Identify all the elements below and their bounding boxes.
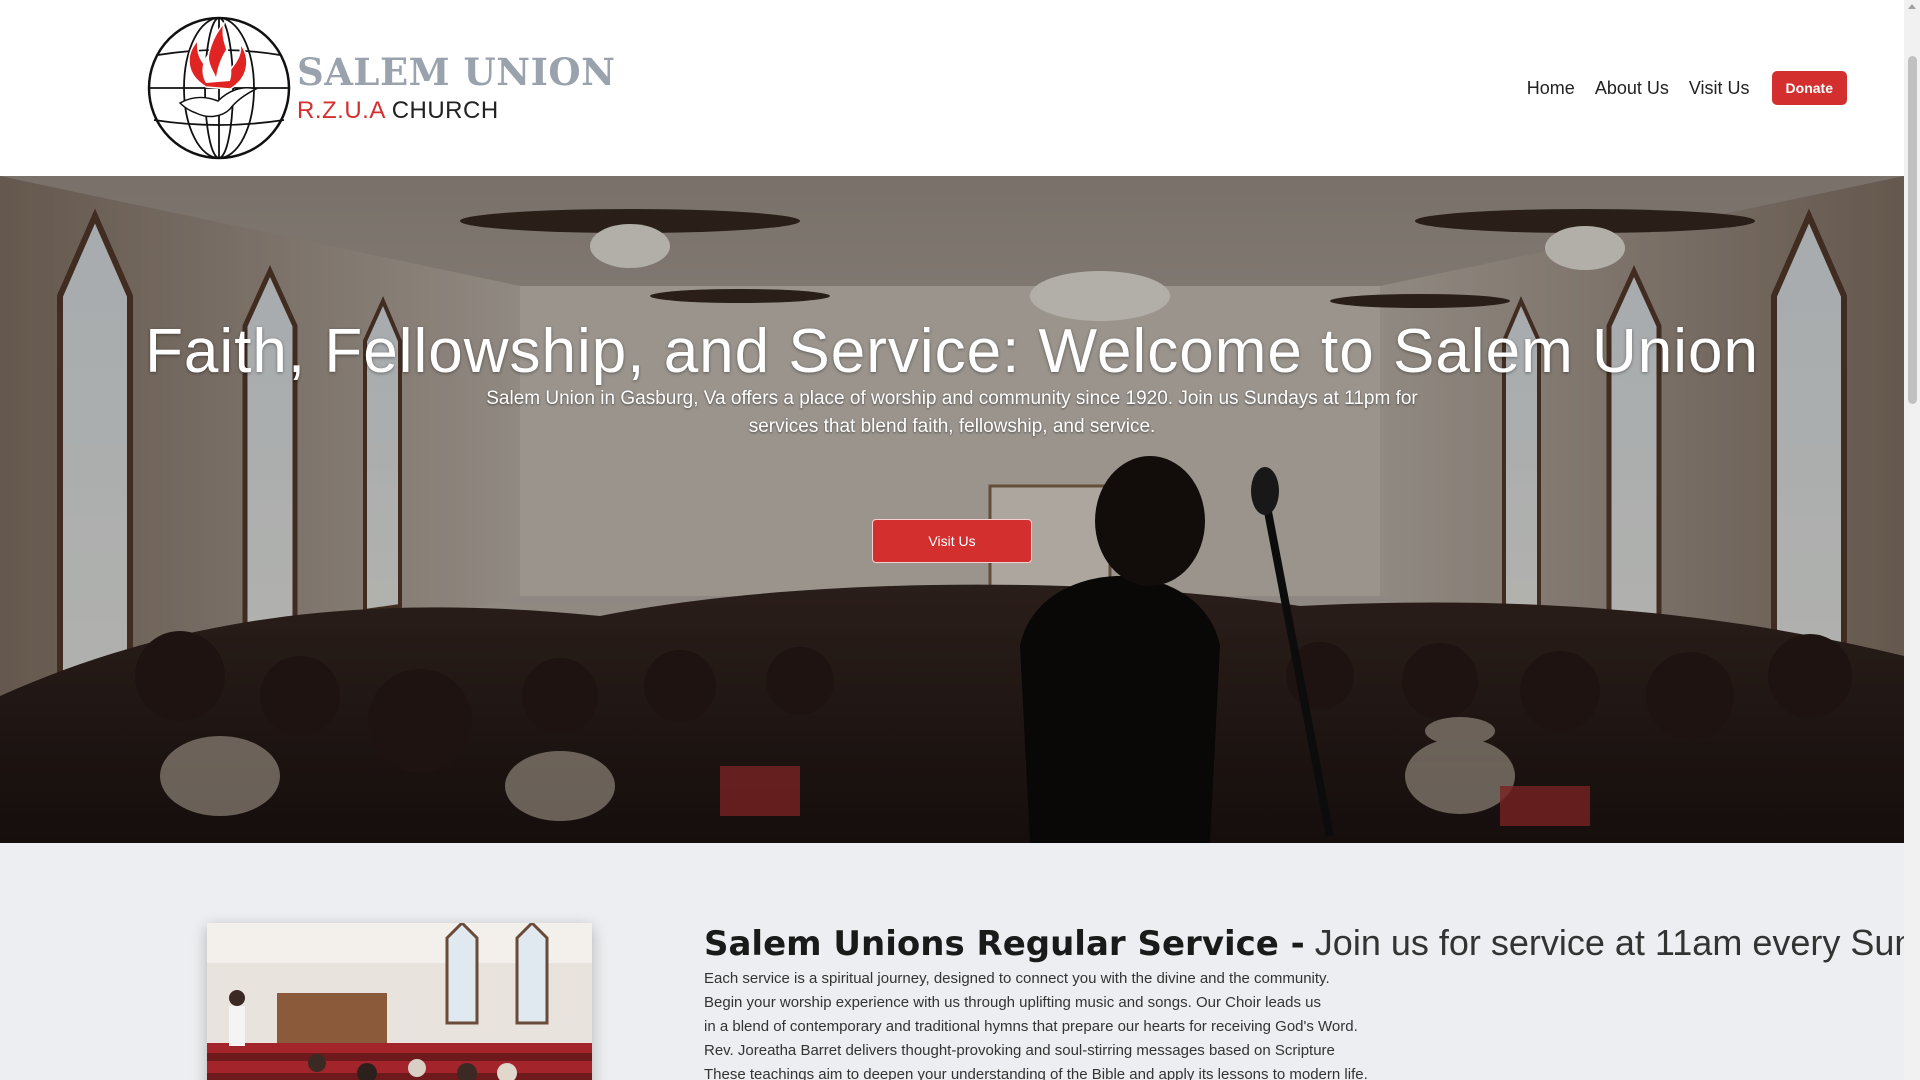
main-nav: Home About Us Visit Us Donate <box>1527 71 1847 105</box>
church-interior-image <box>207 923 592 1080</box>
service-heading-title: Salem Unions Regular Service - <box>704 924 1305 964</box>
service-text: Salem Unions Regular Service - Join us fo… <box>704 923 1920 1080</box>
hero-section: Faith, Fellowship, and Service: Welcome … <box>0 176 1904 843</box>
nav-home-link[interactable]: Home <box>1527 78 1575 99</box>
service-heading-subtitle: Join us for service at 11am every Sunday <box>1314 922 1920 963</box>
hero-title: Faith, Fellowship, and Service: Welcome … <box>145 317 1759 386</box>
service-description: Each service is a spiritual journey, des… <box>704 967 1894 1080</box>
service-line: in a blend of contemporary and tradition… <box>704 1018 1358 1036</box>
globe-flame-dove-logo-icon <box>147 16 291 160</box>
nav-visit-us-link[interactable]: Visit Us <box>1689 78 1750 99</box>
regular-service-section: Salem Unions Regular Service - Join us fo… <box>0 843 1920 1080</box>
service-line: Begin your worship experience with us th… <box>704 994 1321 1012</box>
scrollbar-thumb[interactable] <box>1908 56 1917 404</box>
hero-dark-overlay <box>0 176 1904 843</box>
brand-church: CHURCH <box>391 96 499 124</box>
service-line: Each service is a spiritual journey, des… <box>704 970 1330 988</box>
service-line: These teachings aim to deepen your under… <box>704 1066 1368 1080</box>
vertical-scrollbar[interactable] <box>1904 0 1920 1080</box>
hero-description: Salem Union in Gasburg, Va offers a plac… <box>486 388 1418 437</box>
service-line: Rev. Joreatha Barret delivers thought-pr… <box>704 1042 1335 1060</box>
nav-about-us-link[interactable]: About Us <box>1595 78 1669 99</box>
site-header: SALEM UNION R.Z.U.A CHURCH Home About Us… <box>0 0 1904 176</box>
donate-button[interactable]: Donate <box>1771 71 1847 105</box>
scroll-up-arrow-icon[interactable] <box>1908 4 1916 9</box>
brand-subtitle: R.Z.U.A CHURCH <box>297 96 615 124</box>
hero-visit-us-button[interactable]: Visit Us <box>872 519 1032 563</box>
service-photo <box>207 923 592 1080</box>
brand-title: SALEM UNION <box>297 49 616 94</box>
brand[interactable]: SALEM UNION R.Z.U.A CHURCH <box>146 15 615 161</box>
brand-text: SALEM UNION R.Z.U.A CHURCH <box>297 49 616 124</box>
service-heading: Salem Unions Regular Service - Join us fo… <box>704 923 1920 964</box>
brand-rzua: R.Z.U.A <box>297 96 385 124</box>
